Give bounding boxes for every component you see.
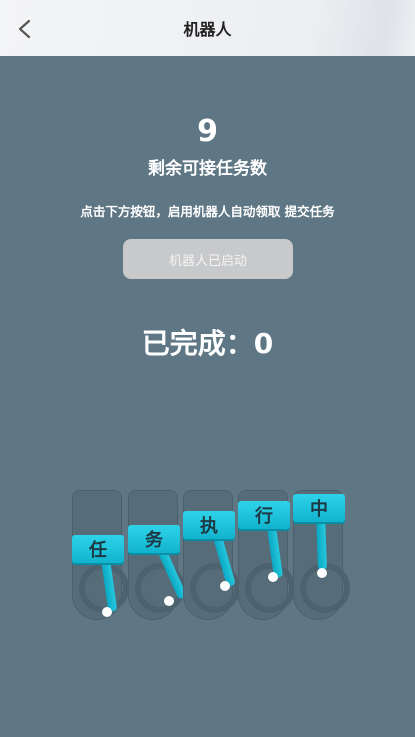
lever-knob (164, 596, 174, 606)
lever-knob (317, 568, 327, 578)
robot-start-button[interactable]: 机器人已启动 (123, 239, 293, 279)
instruction-text: 点击下方按钮，启用机器人自动领取 提交任务 (80, 204, 335, 219)
lever-tag-3[interactable]: 执 (183, 511, 235, 539)
lever-tag-5[interactable]: 中 (293, 494, 345, 522)
lever-tag-1[interactable]: 任 (72, 535, 124, 563)
completed-count: 已完成：0 (141, 327, 274, 360)
lever-tag-2[interactable]: 务 (128, 525, 180, 553)
chevron-left-icon[interactable] (14, 18, 36, 40)
remaining-task-count: 9 (197, 114, 218, 149)
top-nav-bar: 机器人 (0, 0, 415, 56)
remaining-task-label: 剩余可接任务数 (148, 159, 267, 179)
robot-lever-panel: 任 务 执 行 中 (72, 490, 350, 620)
page-title: 机器人 (183, 20, 232, 39)
lever-knob (102, 607, 112, 617)
lever-knob (220, 581, 230, 591)
lever-tag-4[interactable]: 行 (238, 501, 290, 529)
lever-knob (268, 572, 278, 582)
